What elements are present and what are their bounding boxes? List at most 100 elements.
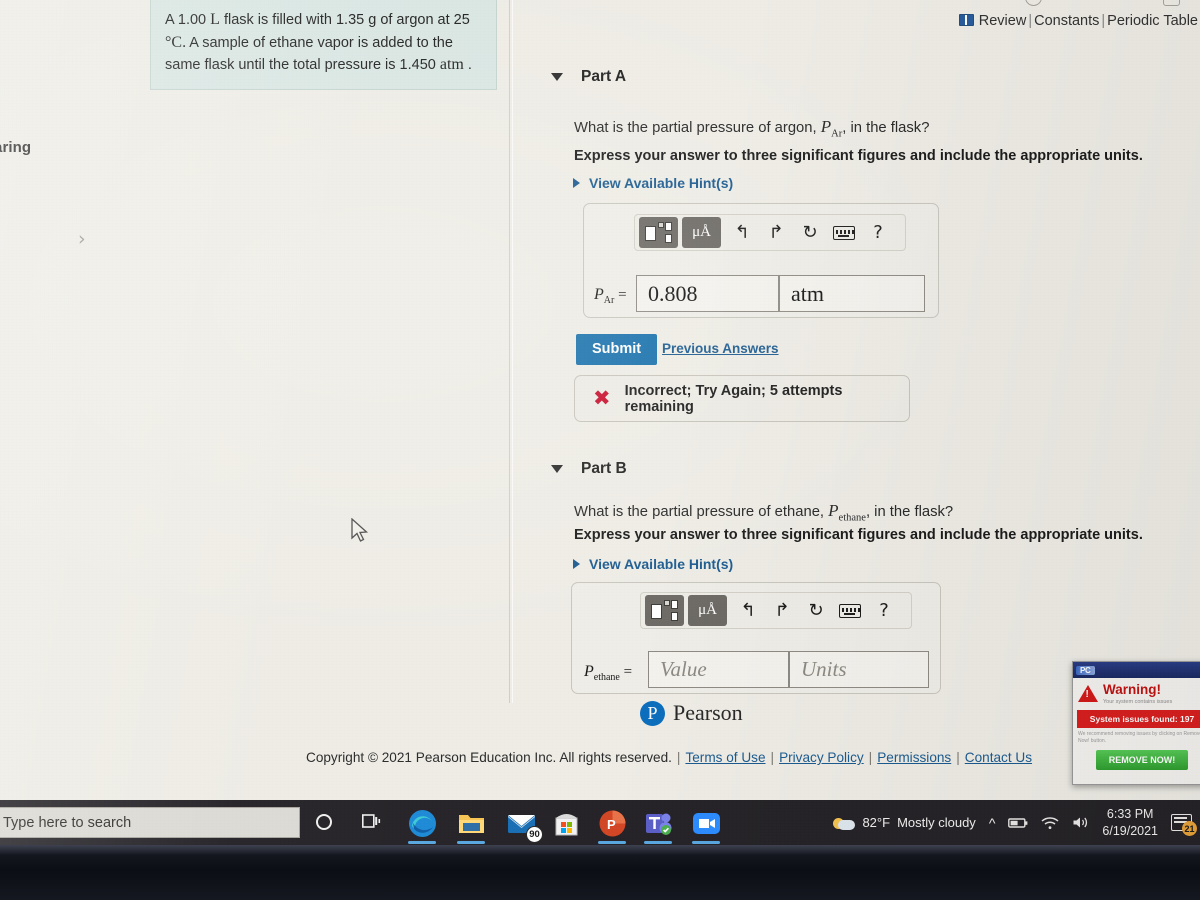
footer-legal-row: Copyright © 2021 Pearson Education Inc. …	[306, 750, 1032, 765]
part-a-instruction: Express your answer to three significant…	[574, 148, 1143, 164]
link-separator-2: |	[1101, 13, 1106, 29]
pearson-wordmark: Pearson	[673, 700, 743, 725]
part-b-value-input[interactable]: Value	[648, 651, 789, 688]
permissions-link[interactable]: Permissions	[877, 750, 951, 765]
reset-circular-arrow-icon: ↻	[802, 221, 818, 243]
footer-sep-4: |	[956, 750, 960, 765]
undo-arrow-icon: ↰	[734, 221, 750, 243]
problem-unit-atm: atm	[439, 56, 464, 74]
part-a-question-variable: PAr	[820, 117, 843, 140]
help-question-icon: ?	[873, 221, 883, 243]
action-center-badge: 21	[1182, 821, 1197, 836]
part-b-help-button[interactable]: ?	[867, 601, 901, 620]
photographed-monitor-screen: aring › Review|Constants|Periodic Table …	[0, 0, 1200, 845]
part-b-reset-button[interactable]: ↻	[799, 599, 833, 621]
part-b-hint-expand-caret-icon[interactable]	[573, 559, 580, 569]
part-a-units-button[interactable]: μÅ	[682, 217, 721, 248]
taskbar-edge-icon[interactable]	[408, 809, 437, 838]
footer-sep-2: |	[770, 750, 775, 765]
taskbar-clock[interactable]: 6:33 PM 6/19/2021	[1102, 806, 1158, 840]
adware-warning-subtitle: Your system contains issues	[1103, 698, 1173, 705]
clock-time: 6:33 PM	[1106, 806, 1154, 821]
constants-link[interactable]: Constants	[1034, 13, 1099, 29]
action-center-icon[interactable]: 21	[1171, 814, 1197, 836]
part-a-submit-button[interactable]: Submit	[576, 334, 658, 365]
part-b-redo-button[interactable]: ↱	[765, 599, 799, 621]
privacy-policy-link[interactable]: Privacy Policy	[779, 750, 864, 765]
tray-expand-chevron-icon[interactable]: ^	[989, 815, 996, 831]
wifi-icon[interactable]	[1041, 816, 1059, 830]
cutoff-icon-1	[1025, 0, 1042, 6]
footer-sep-3: |	[868, 750, 873, 765]
pearson-p-icon: P	[640, 700, 665, 726]
part-a-hint-expand-caret-icon[interactable]	[573, 178, 580, 188]
part-a-reset-button[interactable]: ↻	[793, 221, 827, 243]
part-a-units-input[interactable]: atm	[779, 275, 925, 312]
reset-circular-arrow-icon: ↻	[808, 599, 824, 621]
periodic-table-link[interactable]: Periodic Table	[1107, 13, 1198, 29]
book-icon	[958, 14, 974, 26]
part-a-question-post: , in the flask?	[842, 120, 930, 136]
part-b-header[interactable]: Part B	[551, 460, 627, 478]
part-b-undo-button[interactable]: ↰	[731, 599, 765, 621]
part-a-header[interactable]: Part A	[551, 68, 626, 86]
adware-remove-now-button[interactable]: REMOVE NOW!	[1096, 750, 1188, 771]
problem-unit-liter: L	[210, 11, 220, 28]
expand-panel-chevron-icon[interactable]: ›	[78, 228, 86, 250]
redo-arrow-icon: ↱	[774, 599, 790, 621]
part-a-undo-button[interactable]: ↰	[725, 221, 759, 243]
red-x-icon: ✖	[593, 386, 611, 410]
part-a-help-button[interactable]: ?	[861, 221, 895, 243]
part-a-template-button[interactable]	[639, 217, 678, 248]
part-b-collapse-caret-icon[interactable]	[551, 465, 563, 473]
part-a-value-input[interactable]: 0.808	[636, 275, 779, 312]
part-b-eq-subscript: ethane	[593, 672, 620, 683]
part-a-redo-button[interactable]: ↱	[759, 223, 793, 242]
taskbar-zoom-icon[interactable]	[692, 809, 721, 838]
contact-us-link[interactable]: Contact Us	[965, 750, 1032, 765]
mail-unread-badge: 90	[526, 826, 543, 843]
taskbar-microsoft-teams-icon[interactable]	[644, 809, 673, 838]
part-a-feedback-text: Incorrect; Try Again; 5 attempts remaini…	[624, 382, 843, 415]
taskbar-file-explorer-icon[interactable]	[457, 809, 486, 838]
partly-cloudy-icon	[833, 816, 856, 830]
part-a-answer-widget: μÅ ↰ ↱ ↻ ? PAr = 0.808 atm	[583, 203, 939, 318]
taskbar-file-explorer-underline	[457, 841, 485, 844]
pearson-logo: P Pearson	[640, 700, 743, 726]
windows-taskbar: Type here to search 90 P 82°F Mostly clo…	[0, 800, 1200, 845]
battery-icon[interactable]	[1008, 816, 1028, 830]
weather-description: Mostly cloudy	[897, 815, 976, 830]
volume-icon[interactable]	[1072, 815, 1089, 830]
part-b-units-input[interactable]: Units	[789, 651, 929, 688]
part-b-view-hints-link[interactable]: View Available Hint(s)	[573, 556, 733, 572]
link-separator-1: |	[1028, 13, 1033, 29]
cortana-circle-icon[interactable]	[316, 814, 332, 830]
undo-arrow-icon: ↰	[740, 599, 756, 621]
taskbar-mail-icon[interactable]: 90	[507, 809, 543, 843]
part-a-view-hints-link[interactable]: View Available Hint(s)	[573, 175, 733, 191]
taskbar-weather-widget[interactable]: 82°F Mostly cloudy	[833, 815, 976, 830]
left-nav-truncated-label: aring	[0, 139, 32, 156]
task-view-icon[interactable]	[362, 813, 381, 830]
cutoff-icon-3	[1163, 0, 1180, 6]
part-b-equation-label: Pethane =	[584, 663, 632, 683]
keyboard-icon[interactable]	[839, 603, 861, 618]
terms-of-use-link[interactable]: Terms of Use	[685, 750, 765, 765]
review-link[interactable]: Review	[979, 13, 1027, 29]
part-b-answer-widget: μÅ ↰ ↱ ↻ ? Pethane = Value Units	[571, 582, 941, 694]
part-a-collapse-caret-icon[interactable]	[551, 73, 563, 81]
keyboard-icon[interactable]	[833, 225, 855, 240]
adware-brand-logo: PC	[1076, 665, 1095, 675]
problem-degree-c: °C.	[165, 33, 187, 51]
part-b-units-button[interactable]: μÅ	[688, 595, 727, 626]
part-b-template-button[interactable]	[645, 595, 684, 626]
taskbar-powerpoint-icon[interactable]: P	[598, 809, 627, 838]
taskbar-search-input[interactable]: Type here to search	[0, 807, 300, 838]
part-a-eq-subscript: Ar	[603, 295, 615, 306]
part-a-previous-answers-link[interactable]: Previous Answers	[662, 341, 779, 356]
part-a-math-toolbar: μÅ ↰ ↱ ↻ ?	[634, 214, 906, 251]
part-b-question: What is the partial pressure of ethane, …	[574, 501, 953, 523]
taskbar-microsoft-store-icon[interactable]	[552, 809, 581, 838]
problem-statement-box: A 1.00 L flask is filled with 1.35 g of …	[150, 0, 497, 91]
adware-warning-popup[interactable]: PC Warning! Your system contains issues …	[1072, 661, 1200, 785]
